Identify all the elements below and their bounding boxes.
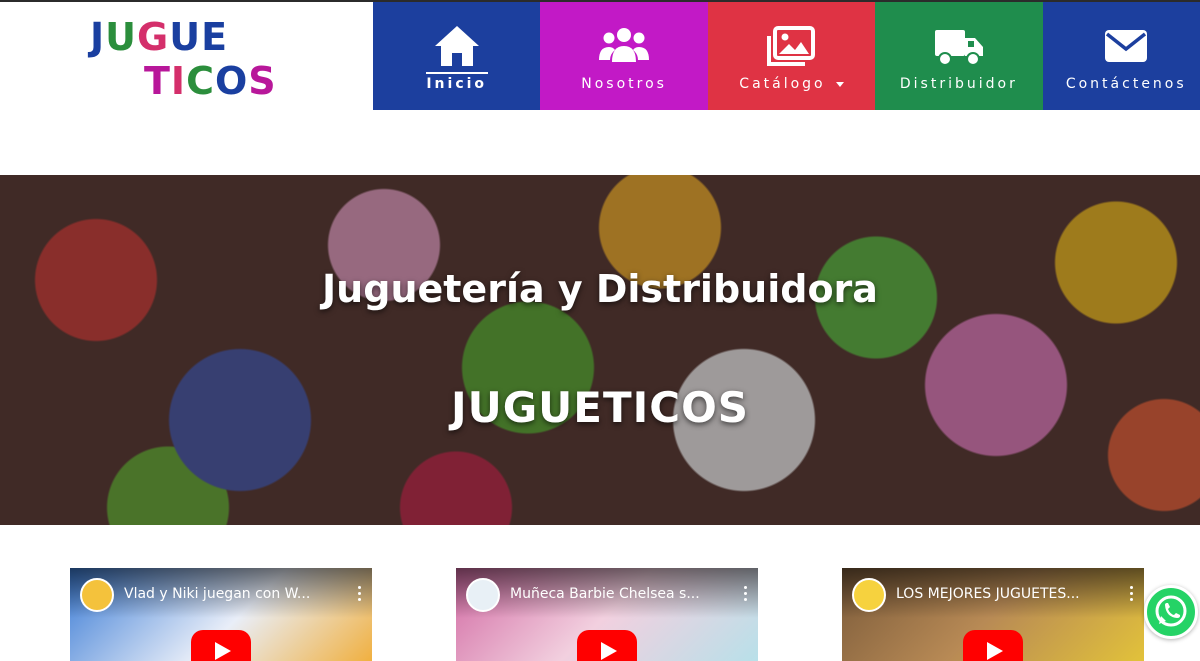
nav-label-catalogo: Catálogo <box>708 76 875 92</box>
more-options-icon[interactable] <box>1130 586 1134 602</box>
main-nav: Inicio Nosotros Catálogo Distribuidor Co… <box>373 2 1200 110</box>
video-embed-3[interactable]: LOS MEJORES JUGUETES... <box>842 568 1144 661</box>
logo-letter: G <box>137 15 170 59</box>
channel-avatar[interactable] <box>80 578 114 612</box>
hero-subtitle: JUGUETICOS <box>450 383 750 432</box>
logo-letter: J <box>90 15 106 59</box>
logo-letter: S <box>248 59 277 103</box>
logo-letter: E <box>201 15 229 59</box>
chevron-down-icon <box>835 81 844 87</box>
nav-item-inicio[interactable]: Inicio <box>373 2 541 110</box>
video-title[interactable]: Vlad y Niki juegan con W... <box>124 586 344 602</box>
channel-avatar[interactable] <box>466 578 500 612</box>
nav-label-distribuidor: Distribuidor <box>899 76 1018 92</box>
site-logo[interactable]: JUGUE TICOS <box>90 16 290 102</box>
more-options-icon[interactable] <box>358 586 362 602</box>
envelope-icon <box>1105 30 1148 62</box>
logo-line-2: TICOS <box>144 62 277 100</box>
whatsapp-button[interactable] <box>1144 585 1198 639</box>
images-icon <box>767 26 816 66</box>
home-icon <box>434 26 479 66</box>
video-title[interactable]: LOS MEJORES JUGUETES... <box>896 586 1116 602</box>
nav-item-contactenos[interactable]: Contáctenos <box>1042 2 1200 110</box>
logo-letter: O <box>214 59 249 103</box>
play-button-icon[interactable] <box>963 630 1023 661</box>
logo-line-1: JUGUE <box>90 18 228 56</box>
nav-item-nosotros[interactable]: Nosotros <box>540 2 708 110</box>
nav-item-distribuidor[interactable]: Distribuidor <box>875 2 1043 110</box>
logo-letter: U <box>169 15 202 59</box>
channel-avatar[interactable] <box>852 578 886 612</box>
video-embed-1[interactable]: Vlad y Niki juegan con W... <box>70 568 372 661</box>
more-options-icon[interactable] <box>744 586 748 602</box>
logo-letter: I <box>170 59 187 103</box>
truck-icon <box>934 30 983 66</box>
hero-overlay <box>0 175 1200 525</box>
logo-letter: T <box>144 59 171 103</box>
video-embed-2[interactable]: Muñeca Barbie Chelsea s... <box>456 568 758 661</box>
active-underline <box>426 72 488 74</box>
users-icon <box>599 28 650 62</box>
video-title[interactable]: Muñeca Barbie Chelsea s... <box>510 586 730 602</box>
play-button-icon[interactable] <box>577 630 637 661</box>
play-button-icon[interactable] <box>191 630 251 661</box>
nav-label-contactenos: Contáctenos <box>1065 76 1187 92</box>
logo-letter: C <box>186 59 215 103</box>
nav-label-nosotros: Nosotros <box>581 76 667 92</box>
hero-title: Juguetería y Distribuidora <box>322 267 878 311</box>
nav-label-inicio: Inicio <box>426 76 488 92</box>
whatsapp-icon <box>1155 595 1187 627</box>
hero-banner: Juguetería y Distribuidora JUGUETICOS <box>0 175 1200 525</box>
nav-item-catalogo[interactable]: Catálogo <box>707 2 876 110</box>
logo-letter: U <box>105 15 137 59</box>
